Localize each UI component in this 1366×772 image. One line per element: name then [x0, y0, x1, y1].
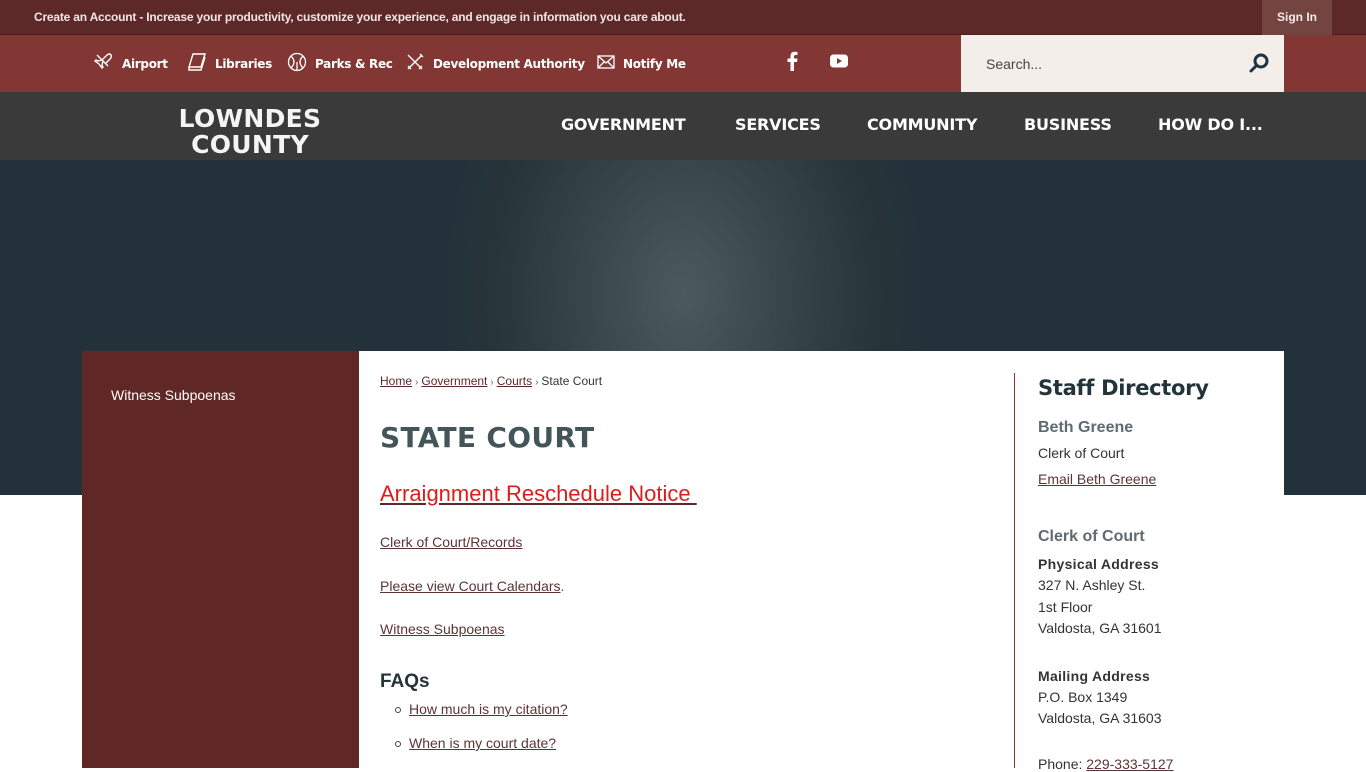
faq-link[interactable]: When is my court date?: [409, 735, 556, 751]
envelope-icon: [597, 55, 623, 72]
breadcrumb-home[interactable]: Home: [380, 374, 412, 388]
airplane-icon: [93, 52, 122, 75]
nav-business[interactable]: BUSINESS: [1024, 92, 1112, 160]
clerk-contact-heading: Clerk of Court: [1038, 528, 1145, 545]
mailing-address-line: Valdosta, GA 31603: [1038, 710, 1162, 726]
faq-heading: FAQs: [380, 671, 430, 692]
faq-list: How much is my citation? When is my cour…: [380, 701, 568, 769]
youtube-icon: [830, 54, 848, 73]
youtube-link[interactable]: [830, 35, 848, 92]
arraignment-notice-link[interactable]: Arraignment Reschedule Notice: [380, 481, 697, 507]
staff-directory-heading: Staff Directory: [1038, 376, 1209, 400]
facebook-icon: [786, 51, 798, 76]
breadcrumb-separator: ›: [415, 377, 419, 388]
breadcrumb-courts[interactable]: Courts: [497, 374, 532, 388]
breadcrumb: Home › Government › Courts › State Court: [380, 374, 602, 388]
faq-item: When is my court date?: [380, 735, 568, 769]
court-calendars-line: Please view Court Calendars.: [380, 578, 564, 594]
account-bar: Create an Account - Increase your produc…: [0, 0, 1366, 35]
search-button[interactable]: [1248, 52, 1272, 76]
left-sidebar: Witness Subpoenas: [82, 351, 359, 768]
quick-link-parks-rec[interactable]: Parks & Rec: [287, 35, 393, 92]
calendar-suffix: .: [560, 578, 565, 594]
nav-community[interactable]: COMMUNITY: [867, 92, 977, 160]
search-icon: [1248, 53, 1270, 78]
quick-link-airport[interactable]: Airport: [93, 35, 168, 92]
nav-how-do-i[interactable]: HOW DO I...: [1158, 92, 1263, 160]
nav-services[interactable]: SERVICES: [735, 92, 821, 160]
physical-address-label: Physical Address: [1038, 556, 1160, 572]
phone-line: Phone: 229-333-5127: [1038, 756, 1173, 772]
tools-icon: [405, 52, 433, 75]
quick-link-notify-me[interactable]: Notify Me: [597, 35, 686, 92]
sidebar-item-witness-subpoenas[interactable]: Witness Subpoenas: [111, 387, 236, 403]
court-calendars-link[interactable]: Please view Court Calendars: [380, 578, 561, 594]
column-divider: [1014, 373, 1015, 768]
physical-address-line: 1st Floor: [1038, 599, 1093, 615]
mailing-address-line: P.O. Box 1349: [1038, 689, 1128, 705]
staff-name: Beth Greene: [1038, 419, 1134, 436]
ball-icon: [287, 52, 315, 75]
facebook-link[interactable]: [786, 35, 798, 92]
breadcrumb-government[interactable]: Government: [421, 374, 487, 388]
mailing-address-label: Mailing Address: [1038, 668, 1151, 684]
email-staff-link[interactable]: Email Beth Greene: [1038, 471, 1156, 487]
phone-link[interactable]: 229-333-5127: [1086, 756, 1173, 772]
witness-subpoenas-link[interactable]: Witness Subpoenas: [380, 621, 505, 637]
create-account-link[interactable]: Create an Account - Increase your produc…: [34, 10, 686, 24]
search-input[interactable]: [961, 35, 1241, 92]
physical-address-line: Valdosta, GA 31601: [1038, 620, 1162, 636]
physical-address-line: 327 N. Ashley St.: [1038, 577, 1146, 593]
quick-link-libraries[interactable]: Libraries: [187, 35, 272, 92]
phone-label: Phone:: [1038, 756, 1087, 772]
main-nav: LOWNDES COUNTY GEORGIA GOVERNMENT SERVIC…: [0, 92, 1366, 174]
book-icon: [187, 52, 215, 75]
breadcrumb-current: State Court: [541, 374, 603, 388]
staff-title: Clerk of Court: [1038, 445, 1125, 461]
faq-link[interactable]: How much is my citation?: [409, 701, 568, 717]
quick-link-development-authority[interactable]: Development Authority: [405, 35, 585, 92]
main-content: Home › Government › Courts › State Court STATE…: [359, 351, 1284, 772]
faq-item: How much is my citation?: [380, 701, 568, 735]
search-box: [961, 35, 1284, 92]
page-title: STATE COURT: [380, 421, 595, 454]
clerk-records-link[interactable]: Clerk of Court/Records: [380, 534, 522, 550]
logo-title: LOWNDES COUNTY: [178, 104, 322, 159]
nav-government[interactable]: GOVERNMENT: [561, 92, 686, 160]
breadcrumb-separator: ›: [535, 377, 539, 388]
breadcrumb-separator: ›: [490, 377, 494, 388]
sign-in-button[interactable]: Sign In: [1262, 0, 1332, 35]
